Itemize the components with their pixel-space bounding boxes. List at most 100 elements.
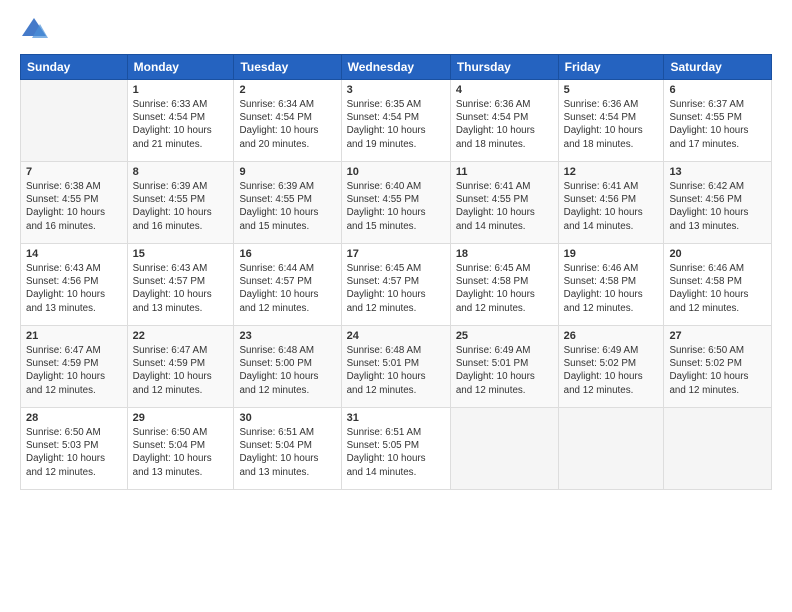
day-number: 18 — [456, 248, 553, 260]
calendar-cell: 11 Sunrise: 6:41 AM Sunset: 4:55 PM Dayli… — [450, 162, 558, 244]
day-number: 3 — [347, 84, 445, 96]
day-info: Sunrise: 6:49 AM Sunset: 5:01 PM Dayligh… — [456, 344, 553, 397]
day-info: Sunrise: 6:41 AM Sunset: 4:55 PM Dayligh… — [456, 180, 553, 233]
calendar-cell: 24 Sunrise: 6:48 AM Sunset: 5:01 PM Dayli… — [341, 326, 450, 408]
day-info: Sunrise: 6:50 AM Sunset: 5:04 PM Dayligh… — [133, 426, 229, 479]
day-number: 13 — [669, 166, 766, 178]
day-number: 1 — [133, 84, 229, 96]
day-info: Sunrise: 6:43 AM Sunset: 4:57 PM Dayligh… — [133, 262, 229, 315]
day-info: Sunrise: 6:50 AM Sunset: 5:02 PM Dayligh… — [669, 344, 766, 397]
calendar-cell: 1 Sunrise: 6:33 AM Sunset: 4:54 PM Daylig… — [127, 80, 234, 162]
week-row-3: 14 Sunrise: 6:43 AM Sunset: 4:56 PM Dayli… — [21, 244, 772, 326]
calendar-cell: 21 Sunrise: 6:47 AM Sunset: 4:59 PM Dayli… — [21, 326, 128, 408]
day-info: Sunrise: 6:38 AM Sunset: 4:55 PM Dayligh… — [26, 180, 122, 233]
day-number: 26 — [564, 330, 659, 342]
calendar-cell: 20Sunrise: 6:46 AM Sunset: 4:58 PM Dayli… — [664, 244, 772, 326]
logo — [20, 16, 52, 44]
col-header-thursday: Thursday — [450, 55, 558, 80]
day-number: 8 — [133, 166, 229, 178]
logo-icon — [20, 16, 48, 44]
calendar-cell: 23Sunrise: 6:48 AM Sunset: 5:00 PM Dayli… — [234, 326, 341, 408]
day-info: Sunrise: 6:49 AM Sunset: 5:02 PM Dayligh… — [564, 344, 659, 397]
day-number: 6 — [669, 84, 766, 96]
calendar-cell: 29 Sunrise: 6:50 AM Sunset: 5:04 PM Dayli… — [127, 408, 234, 490]
day-info: Sunrise: 6:46 AM Sunset: 4:58 PM Dayligh… — [564, 262, 659, 315]
header — [20, 16, 772, 44]
day-info: Sunrise: 6:37 AM Sunset: 4:55 PM Dayligh… — [669, 98, 766, 151]
day-number: 29 — [133, 412, 229, 424]
calendar-cell: 7Sunrise: 6:38 AM Sunset: 4:55 PM Daylig… — [21, 162, 128, 244]
day-info: Sunrise: 6:51 AM Sunset: 5:05 PM Dayligh… — [347, 426, 445, 479]
day-info: Sunrise: 6:50 AM Sunset: 5:03 PM Dayligh… — [26, 426, 122, 479]
day-info: Sunrise: 6:43 AM Sunset: 4:56 PM Dayligh… — [26, 262, 122, 315]
day-info: Sunrise: 6:36 AM Sunset: 4:54 PM Dayligh… — [456, 98, 553, 151]
calendar-cell: 25Sunrise: 6:49 AM Sunset: 5:01 PM Dayli… — [450, 326, 558, 408]
calendar-header-row: SundayMondayTuesdayWednesdayThursdayFrid… — [21, 55, 772, 80]
day-info: Sunrise: 6:41 AM Sunset: 4:56 PM Dayligh… — [564, 180, 659, 233]
calendar-cell: 4 Sunrise: 6:36 AM Sunset: 4:54 PM Daylig… — [450, 80, 558, 162]
day-info: Sunrise: 6:51 AM Sunset: 5:04 PM Dayligh… — [239, 426, 335, 479]
day-number: 21 — [26, 330, 122, 342]
col-header-friday: Friday — [558, 55, 664, 80]
day-info: Sunrise: 6:39 AM Sunset: 4:55 PM Dayligh… — [133, 180, 229, 233]
day-info: Sunrise: 6:42 AM Sunset: 4:56 PM Dayligh… — [669, 180, 766, 233]
calendar-table: SundayMondayTuesdayWednesdayThursdayFrid… — [20, 54, 772, 490]
calendar-cell: 28 Sunrise: 6:50 AM Sunset: 5:03 PM Dayli… — [21, 408, 128, 490]
calendar-cell: 2Sunrise: 6:34 AM Sunset: 4:54 PM Daylig… — [234, 80, 341, 162]
day-number: 16 — [239, 248, 335, 260]
col-header-tuesday: Tuesday — [234, 55, 341, 80]
calendar-cell: 15 Sunrise: 6:43 AM Sunset: 4:57 PM Dayli… — [127, 244, 234, 326]
week-row-5: 28 Sunrise: 6:50 AM Sunset: 5:03 PM Dayli… — [21, 408, 772, 490]
calendar-cell: 16 Sunrise: 6:44 AM Sunset: 4:57 PM Dayli… — [234, 244, 341, 326]
day-info: Sunrise: 6:35 AM Sunset: 4:54 PM Dayligh… — [347, 98, 445, 151]
day-info: Sunrise: 6:34 AM Sunset: 4:54 PM Dayligh… — [239, 98, 335, 151]
day-info: Sunrise: 6:47 AM Sunset: 4:59 PM Dayligh… — [26, 344, 122, 397]
calendar-cell: 31Sunrise: 6:51 AM Sunset: 5:05 PM Dayli… — [341, 408, 450, 490]
calendar-cell: 18 Sunrise: 6:45 AM Sunset: 4:58 PM Dayli… — [450, 244, 558, 326]
calendar-cell: 3 Sunrise: 6:35 AM Sunset: 4:54 PM Daylig… — [341, 80, 450, 162]
day-number: 30 — [239, 412, 335, 424]
day-number: 14 — [26, 248, 122, 260]
week-row-2: 7Sunrise: 6:38 AM Sunset: 4:55 PM Daylig… — [21, 162, 772, 244]
day-number: 11 — [456, 166, 553, 178]
day-info: Sunrise: 6:33 AM Sunset: 4:54 PM Dayligh… — [133, 98, 229, 151]
day-number: 24 — [347, 330, 445, 342]
col-header-monday: Monday — [127, 55, 234, 80]
day-info: Sunrise: 6:39 AM Sunset: 4:55 PM Dayligh… — [239, 180, 335, 233]
day-number: 10 — [347, 166, 445, 178]
day-number: 20 — [669, 248, 766, 260]
day-number: 17 — [347, 248, 445, 260]
day-number: 4 — [456, 84, 553, 96]
calendar-cell — [558, 408, 664, 490]
day-info: Sunrise: 6:48 AM Sunset: 5:01 PM Dayligh… — [347, 344, 445, 397]
calendar-cell: 5Sunrise: 6:36 AM Sunset: 4:54 PM Daylig… — [558, 80, 664, 162]
calendar-cell — [450, 408, 558, 490]
col-header-sunday: Sunday — [21, 55, 128, 80]
day-number: 22 — [133, 330, 229, 342]
calendar-cell: 27Sunrise: 6:50 AM Sunset: 5:02 PM Dayli… — [664, 326, 772, 408]
col-header-saturday: Saturday — [664, 55, 772, 80]
page: SundayMondayTuesdayWednesdayThursdayFrid… — [0, 0, 792, 612]
calendar-cell: 12 Sunrise: 6:41 AM Sunset: 4:56 PM Dayli… — [558, 162, 664, 244]
calendar-cell: 13 Sunrise: 6:42 AM Sunset: 4:56 PM Dayli… — [664, 162, 772, 244]
week-row-1: 1 Sunrise: 6:33 AM Sunset: 4:54 PM Daylig… — [21, 80, 772, 162]
calendar-cell: 30 Sunrise: 6:51 AM Sunset: 5:04 PM Dayli… — [234, 408, 341, 490]
calendar-cell — [21, 80, 128, 162]
day-number: 23 — [239, 330, 335, 342]
col-header-wednesday: Wednesday — [341, 55, 450, 80]
day-number: 19 — [564, 248, 659, 260]
week-row-4: 21 Sunrise: 6:47 AM Sunset: 4:59 PM Dayli… — [21, 326, 772, 408]
calendar-cell: 22 Sunrise: 6:47 AM Sunset: 4:59 PM Dayli… — [127, 326, 234, 408]
day-info: Sunrise: 6:47 AM Sunset: 4:59 PM Dayligh… — [133, 344, 229, 397]
day-number: 28 — [26, 412, 122, 424]
calendar-cell: 6 Sunrise: 6:37 AM Sunset: 4:55 PM Daylig… — [664, 80, 772, 162]
day-number: 12 — [564, 166, 659, 178]
day-number: 9 — [239, 166, 335, 178]
day-number: 15 — [133, 248, 229, 260]
calendar-cell: 14 Sunrise: 6:43 AM Sunset: 4:56 PM Dayli… — [21, 244, 128, 326]
calendar-cell: 26 Sunrise: 6:49 AM Sunset: 5:02 PM Dayli… — [558, 326, 664, 408]
calendar-cell: 8 Sunrise: 6:39 AM Sunset: 4:55 PM Daylig… — [127, 162, 234, 244]
day-info: Sunrise: 6:44 AM Sunset: 4:57 PM Dayligh… — [239, 262, 335, 315]
calendar-cell: 19 Sunrise: 6:46 AM Sunset: 4:58 PM Dayli… — [558, 244, 664, 326]
day-info: Sunrise: 6:45 AM Sunset: 4:58 PM Dayligh… — [456, 262, 553, 315]
